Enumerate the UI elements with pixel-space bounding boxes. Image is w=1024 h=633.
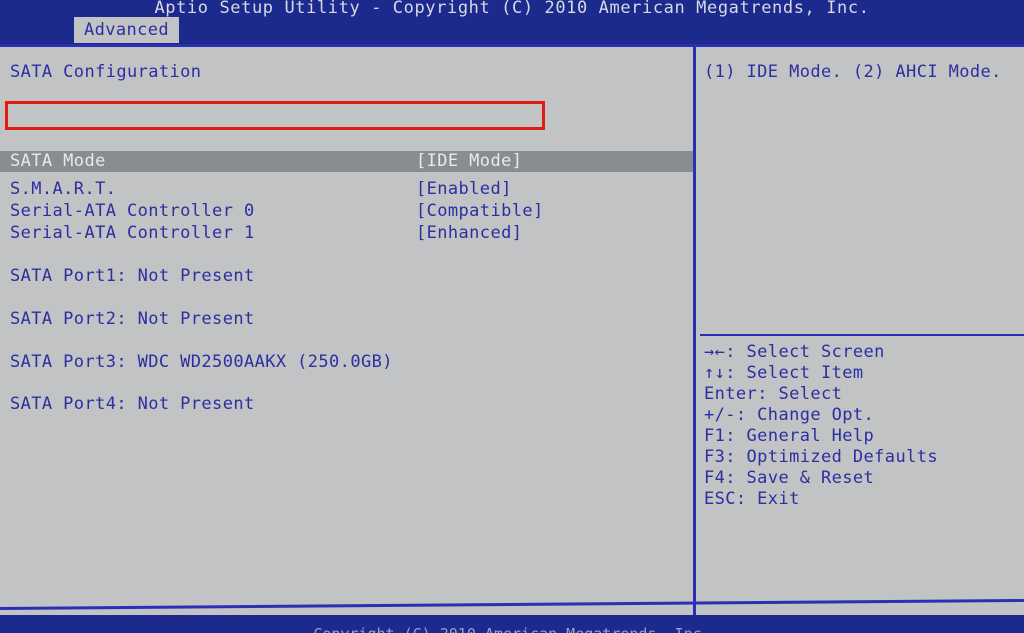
sata-port-info: SATA Port4: Not Present [10, 394, 255, 414]
key-legend-row: ↑↓: Select Item [704, 363, 1020, 384]
key-legend-row: Enter: Select [704, 384, 1020, 405]
bios-setup-screen: Aptio Setup Utility - Copyright (C) 2010… [0, 0, 1024, 633]
sata-port-info: SATA Port2: Not Present [10, 309, 255, 329]
setting-label: SATA Mode [10, 151, 106, 171]
help-separator [700, 334, 1024, 336]
key-combo: F1 [704, 426, 726, 446]
help-pane: (1) IDE Mode. (2) AHCI Mode. →←: Select … [696, 47, 1024, 615]
key-legend-row: →←: Select Screen [704, 342, 1020, 363]
setting-row-sata-mode[interactable]: SATA Mode [IDE Mode] [0, 151, 693, 172]
key-action: : Select [757, 384, 843, 404]
key-legend-row: F4: Save & Reset [704, 468, 1020, 489]
key-action: : Save & Reset [725, 468, 875, 488]
tab-advanced[interactable]: Advanced [74, 17, 179, 43]
key-legend-row: F3: Optimized Defaults [704, 447, 1020, 468]
key-combo: ↑↓ [704, 363, 726, 383]
settings-pane: SATA Configuration SATA Mode [IDE Mode] … [0, 47, 693, 615]
key-combo: +/- [704, 405, 736, 425]
setting-value[interactable]: [Compatible] [416, 201, 544, 222]
key-action: : Change Opt. [735, 405, 875, 425]
setting-value[interactable]: [Enhanced] [416, 223, 522, 244]
key-legend-row: +/-: Change Opt. [704, 405, 1020, 426]
page-title: Aptio Setup Utility - Copyright (C) 2010… [154, 0, 870, 18]
key-action: : Exit [735, 489, 800, 509]
setting-row-smart[interactable]: S.M.A.R.T. [Enabled] [0, 179, 693, 200]
setting-label: Serial-ATA Controller 0 [10, 201, 255, 221]
key-action: : Select Screen [725, 342, 885, 362]
key-legend: →←: Select Screen ↑↓: Select Item Enter:… [704, 342, 1020, 510]
tab-bar: Advanced [0, 17, 1024, 45]
setting-value[interactable]: [Enabled] [416, 179, 512, 200]
key-combo: ESC [704, 489, 736, 509]
key-legend-row: F1: General Help [704, 426, 1020, 447]
key-combo: →← [704, 342, 726, 362]
key-action: : General Help [725, 426, 875, 446]
key-combo: F3 [704, 447, 726, 467]
key-legend-row: ESC: Exit [704, 489, 1020, 510]
footer-bar: Copyright (C) 2010 American Megatrends, … [0, 615, 1024, 633]
key-combo: Enter [704, 384, 758, 404]
setting-row-serial-ata-controller-0[interactable]: Serial-ATA Controller 0 [Compatible] [0, 201, 693, 222]
title-bar: Aptio Setup Utility - Copyright (C) 2010… [0, 0, 1024, 17]
setting-row-serial-ata-controller-1[interactable]: Serial-ATA Controller 1 [Enhanced] [0, 223, 693, 244]
footer-copyright: Copyright (C) 2010 American Megatrends, … [0, 627, 1024, 633]
section-title: SATA Configuration [10, 62, 202, 82]
sata-port-info: SATA Port3: WDC WD2500AAKX (250.0GB) [10, 352, 393, 372]
key-combo: F4 [704, 468, 726, 488]
setting-label: S.M.A.R.T. [10, 179, 117, 199]
help-text: (1) IDE Mode. (2) AHCI Mode. [704, 62, 1002, 82]
sata-port-info: SATA Port1: Not Present [10, 266, 255, 286]
setting-value[interactable]: [IDE Mode] [416, 151, 522, 172]
key-action: : Select Item [725, 363, 864, 383]
key-action: : Optimized Defaults [725, 447, 938, 467]
setting-label: Serial-ATA Controller 1 [10, 223, 255, 243]
